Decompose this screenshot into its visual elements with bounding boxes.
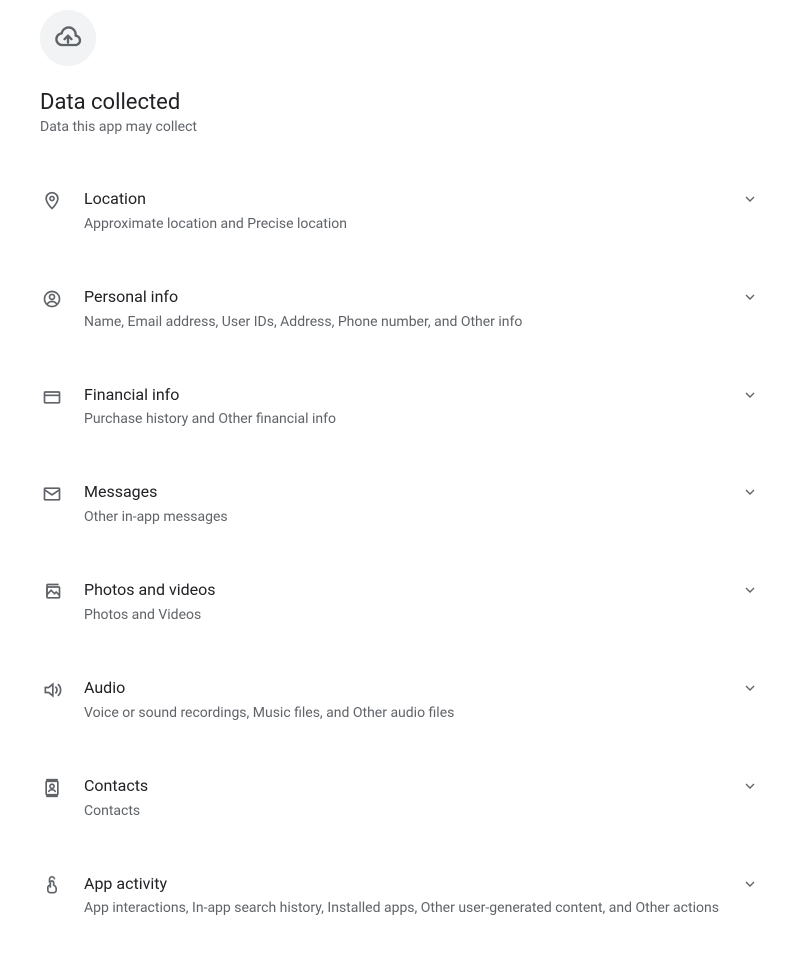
contacts-icon (40, 776, 64, 800)
data-item-title: Audio (84, 678, 728, 699)
credit-card-icon (40, 385, 64, 409)
touch-icon (40, 874, 64, 898)
mail-icon (40, 482, 64, 506)
data-item-title: Personal info (84, 287, 728, 308)
section-title: Data collected (40, 90, 760, 115)
data-item-title: Photos and videos (84, 580, 728, 601)
data-item-location[interactable]: Location Approximate location and Precis… (40, 171, 760, 253)
data-item-title: Contacts (84, 776, 728, 797)
data-item-app-activity[interactable]: App activity App interactions, In-app se… (40, 856, 760, 938)
data-item-audio[interactable]: Audio Voice or sound recordings, Music f… (40, 660, 760, 742)
data-item-financial-info[interactable]: Financial info Purchase history and Othe… (40, 367, 760, 449)
data-item-title: App activity (84, 874, 728, 895)
data-item-description: Name, Email address, User IDs, Address, … (84, 312, 728, 333)
data-item-personal-info[interactable]: Personal info Name, Email address, User … (40, 269, 760, 351)
data-item-description: Purchase history and Other financial inf… (84, 409, 728, 430)
chevron-down-icon (740, 874, 760, 894)
data-item-description: Other in-app messages (84, 507, 728, 528)
data-item-photos-videos[interactable]: Photos and videos Photos and Videos (40, 562, 760, 644)
data-item-messages[interactable]: Messages Other in-app messages (40, 464, 760, 546)
cloud-upload-icon (54, 24, 82, 52)
section-subtitle: Data this app may collect (40, 119, 760, 135)
photos-icon (40, 580, 64, 604)
audio-icon (40, 678, 64, 702)
chevron-down-icon (740, 189, 760, 209)
data-item-title: Financial info (84, 385, 728, 406)
chevron-down-icon (740, 385, 760, 405)
chevron-down-icon (740, 482, 760, 502)
chevron-down-icon (740, 678, 760, 698)
data-item-description: Approximate location and Precise locatio… (84, 214, 728, 235)
data-item-description: App interactions, In-app search history,… (84, 898, 728, 919)
data-item-title: Location (84, 189, 728, 210)
chevron-down-icon (740, 287, 760, 307)
chevron-down-icon (740, 580, 760, 600)
data-item-description: Voice or sound recordings, Music files, … (84, 703, 728, 724)
data-item-title: Messages (84, 482, 728, 503)
chevron-down-icon (740, 776, 760, 796)
data-item-contacts[interactable]: Contacts Contacts (40, 758, 760, 840)
location-icon (40, 189, 64, 213)
cloud-upload-icon-circle (40, 10, 96, 66)
data-item-description: Photos and Videos (84, 605, 728, 626)
data-item-description: Contacts (84, 801, 728, 822)
person-icon (40, 287, 64, 311)
